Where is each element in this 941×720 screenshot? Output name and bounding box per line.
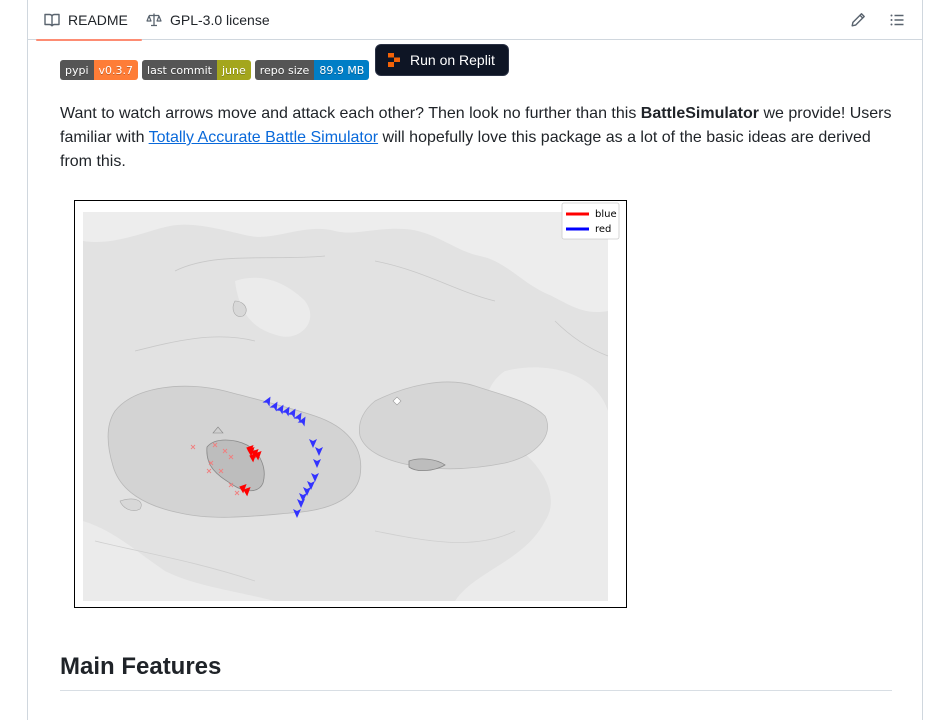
legend: blue red bbox=[561, 202, 620, 240]
edit-file-button[interactable] bbox=[844, 6, 872, 34]
last-commit-badge[interactable]: last commit june bbox=[142, 60, 251, 80]
tab-license-label: GPL-3.0 license bbox=[170, 12, 270, 28]
battlesimulator-name: BattleSimulator bbox=[640, 105, 760, 122]
badge-label: pypi bbox=[60, 60, 94, 80]
battle-map: blue red bbox=[83, 202, 620, 601]
tab-readme[interactable]: README bbox=[36, 0, 142, 41]
readme-tabbar: README GPL-3.0 license bbox=[28, 0, 922, 41]
main-features-heading: Main Features bbox=[60, 652, 892, 691]
intro-paragraph: Want to watch arrows move and attack eac… bbox=[60, 102, 892, 174]
badge-row: pypi v0.3.7 last commit june repo size 8… bbox=[60, 60, 373, 80]
badge-label: repo size bbox=[254, 60, 315, 80]
pencil-icon bbox=[851, 13, 865, 27]
battle-animation-image: blue red bbox=[74, 200, 627, 608]
law-scale-icon bbox=[146, 13, 162, 27]
map-edge bbox=[608, 212, 611, 601]
run-on-replit-button[interactable]: Run on Replit bbox=[375, 44, 509, 76]
legend-label: red bbox=[595, 224, 611, 235]
list-unordered-icon bbox=[890, 14, 904, 26]
outline-button[interactable] bbox=[883, 6, 911, 34]
book-icon bbox=[44, 13, 60, 27]
tab-license[interactable]: GPL-3.0 license bbox=[146, 0, 270, 40]
repo-size-badge[interactable]: repo size 89.9 MB bbox=[254, 60, 370, 80]
badge-label: last commit bbox=[142, 60, 217, 80]
tabs-link[interactable]: Totally Accurate Battle Simulator bbox=[149, 129, 378, 146]
badge-value: v0.3.7 bbox=[93, 60, 139, 80]
replit-logo-icon bbox=[388, 53, 400, 67]
legend-label: blue bbox=[595, 209, 617, 220]
readme-panel: README GPL-3.0 license pypi v0.3.7 last … bbox=[27, 0, 923, 720]
replit-button-label: Run on Replit bbox=[410, 52, 495, 68]
pypi-badge[interactable]: pypi v0.3.7 bbox=[60, 60, 139, 80]
badge-value: 89.9 MB bbox=[314, 60, 370, 80]
intro-text: Want to watch arrows move and attack eac… bbox=[60, 105, 641, 122]
tab-readme-label: README bbox=[68, 12, 128, 28]
badge-value: june bbox=[216, 60, 251, 80]
